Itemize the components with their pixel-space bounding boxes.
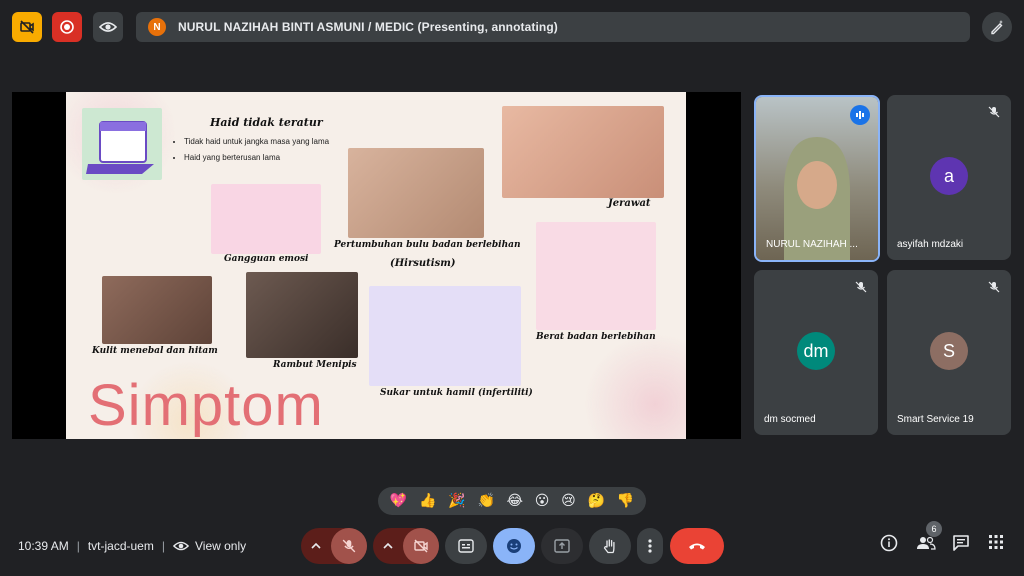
- label-kulit: Kulit menebal dan hitam: [92, 346, 218, 356]
- mic-off-icon: [985, 103, 1003, 121]
- reaction-thinking[interactable]: 🤔: [587, 494, 604, 508]
- label-berat: Berat badan berlebihan: [536, 332, 656, 342]
- more-vert-icon: [648, 539, 652, 553]
- activities-button[interactable]: [988, 534, 1004, 555]
- label-pertumbuhan: Pertumbuhan bulu badan berlebihan: [334, 240, 521, 250]
- meeting-code[interactable]: tvt-jacd-uem: [88, 539, 154, 553]
- camera-toggle-button[interactable]: [403, 528, 439, 564]
- reaction-heart[interactable]: 💖: [390, 494, 407, 508]
- participant-tile-presenter[interactable]: NURUL NAZIHAH ...: [754, 95, 880, 262]
- reactions-bar: 💖 👍 🎉 👏 😂 😮 😢 🤔 👎: [378, 487, 646, 515]
- pregnancy-test-illustration: [369, 286, 521, 386]
- mic-control-group: [301, 528, 367, 564]
- participant-tile-dm-socmed[interactable]: dm dm socmed: [754, 270, 878, 435]
- pen-sparkle-icon: [991, 20, 1003, 35]
- reaction-laugh[interactable]: 😂: [507, 494, 523, 508]
- camera-options-button[interactable]: [373, 528, 403, 564]
- present-icon: [554, 539, 570, 553]
- emotion-illustration: [211, 184, 321, 254]
- presenter-banner[interactable]: N NURUL NAZIHAH BINTI ASMUNI / MEDIC (Pr…: [136, 12, 970, 42]
- participant-tile-asyifah[interactable]: a asyifah mdzaki: [887, 95, 1011, 260]
- slide-heading: Haid tidak teratur: [210, 116, 323, 129]
- captions-button[interactable]: [445, 528, 487, 564]
- video-off-icon: [20, 20, 34, 34]
- no-video-indicator-button[interactable]: [12, 12, 42, 42]
- meeting-time: 10:39 AM: [18, 539, 69, 553]
- raise-hand-button[interactable]: [589, 528, 631, 564]
- label-sukar: Sukar untuk hamil (infertiliti): [380, 388, 533, 398]
- top-bar: N NURUL NAZIHAH BINTI ASMUNI / MEDIC (Pr…: [0, 0, 1024, 54]
- present-screen-button[interactable]: [541, 528, 583, 564]
- slide-title: Simptom: [88, 373, 324, 438]
- avatar: S: [930, 332, 968, 370]
- apps-grid-icon: [989, 535, 1003, 549]
- eye-icon: [99, 22, 117, 32]
- speaking-indicator-icon: [850, 105, 870, 125]
- chat-button[interactable]: [952, 534, 970, 557]
- video-off-icon: [414, 539, 428, 553]
- presentation-slide: Haid tidak teratur Tidak haid untuk jang…: [66, 92, 686, 439]
- weight-illustration: [536, 222, 656, 330]
- chevron-up-icon: [311, 542, 321, 549]
- mic-off-icon: [852, 278, 870, 296]
- meeting-info: 10:39 AM | tvt-jacd-uem | View only: [18, 538, 246, 554]
- participant-name: asyifah mdzaki: [897, 239, 964, 250]
- more-options-button[interactable]: [637, 528, 663, 564]
- reaction-party[interactable]: 🎉: [448, 494, 465, 508]
- symptom-bullet-list: Tidak haid untuk jangka masa yang lama H…: [174, 134, 354, 166]
- people-count-badge: 6: [926, 521, 942, 537]
- label-jerawat: Jerawat: [608, 198, 651, 209]
- mic-off-icon: [985, 278, 1003, 296]
- participant-tile-smart-service[interactable]: S Smart Service 19: [887, 270, 1011, 435]
- separator: |: [76, 539, 80, 553]
- presenter-text: NURUL NAZIHAH BINTI ASMUNI / MEDIC (Pres…: [178, 20, 558, 34]
- recording-button[interactable]: [52, 12, 82, 42]
- chat-icon: [953, 535, 969, 551]
- thinning-hair-photo: [246, 272, 358, 358]
- info-icon: [880, 534, 898, 552]
- hand-icon: [603, 539, 615, 554]
- separator: |: [161, 539, 165, 553]
- smiley-icon: [507, 539, 521, 553]
- captions-icon: [458, 539, 474, 553]
- chevron-up-icon: [383, 542, 393, 549]
- calendar-illustration: [82, 108, 162, 180]
- presentation-stage: Haid tidak teratur Tidak haid untuk jang…: [12, 92, 741, 439]
- reaction-thumbs-down[interactable]: 👎: [617, 494, 634, 508]
- bullet-item: Haid yang berterusan lama: [184, 150, 354, 166]
- reaction-surprised[interactable]: 😮: [535, 494, 550, 508]
- bullet-item: Tidak haid untuk jangka masa yang lama: [184, 134, 354, 150]
- reaction-sad[interactable]: 😢: [561, 494, 576, 508]
- hirsutism-photo: [348, 148, 484, 238]
- reaction-clap[interactable]: 👏: [477, 494, 494, 508]
- mic-off-icon: [342, 539, 356, 553]
- dark-skin-photo: [102, 276, 212, 344]
- people-button[interactable]: [916, 534, 936, 557]
- avatar: a: [930, 157, 968, 195]
- visibility-button[interactable]: [93, 12, 123, 42]
- avatar: dm: [797, 332, 835, 370]
- presenter-avatar: N: [148, 18, 166, 36]
- participant-name: dm socmed: [764, 414, 816, 425]
- label-rambut: Rambut Menipis: [273, 360, 357, 370]
- label-gangguan: Gangguan emosi: [224, 254, 309, 264]
- meeting-details-button[interactable]: [880, 534, 898, 557]
- view-mode[interactable]: View only: [195, 539, 246, 553]
- call-end-icon: [689, 543, 705, 550]
- camera-control-group: [373, 528, 439, 564]
- bottom-bar: 10:39 AM | tvt-jacd-uem | View only: [0, 522, 1024, 570]
- reaction-thumbs-up[interactable]: 👍: [419, 494, 436, 508]
- acne-photo: [502, 106, 664, 198]
- participant-name: NURUL NAZIHAH ...: [766, 239, 858, 250]
- mic-toggle-button[interactable]: [331, 528, 367, 564]
- label-hirsutism: (Hirsutism): [390, 258, 456, 269]
- eye-icon: [172, 541, 189, 551]
- mic-options-button[interactable]: [301, 528, 331, 564]
- participant-name: Smart Service 19: [897, 414, 974, 425]
- record-icon: [60, 20, 74, 34]
- leave-call-button[interactable]: [670, 528, 724, 564]
- annotate-button[interactable]: [982, 12, 1012, 42]
- emoji-button[interactable]: [493, 528, 535, 564]
